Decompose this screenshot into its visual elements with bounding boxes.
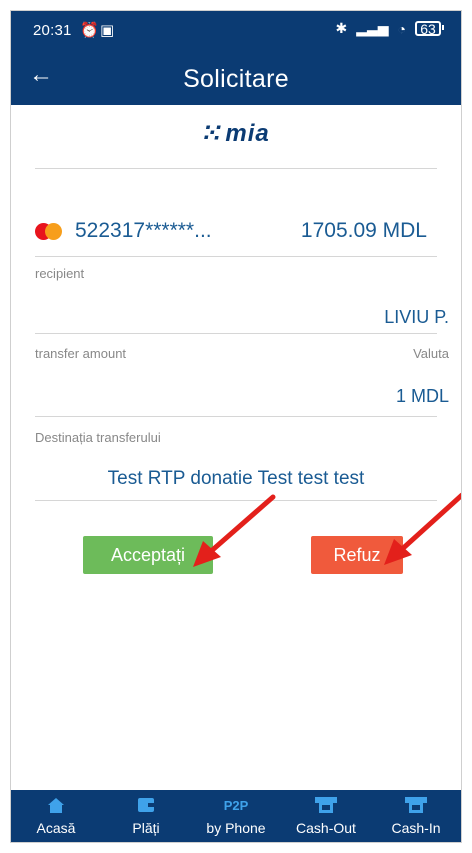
recipient-value: LIVIU P. [384, 307, 449, 327]
nav-item-cash-out[interactable]: Cash-Out [281, 790, 371, 842]
nav-label: Cash-In [391, 820, 441, 836]
logo-text: mia [225, 120, 270, 147]
atm-out-icon [315, 796, 337, 814]
status-icons: ✱ ▂▃▅ ◔ 63 [335, 20, 444, 37]
p2p-icon: P2P [223, 797, 249, 813]
bluetooth-icon: ✱ [335, 20, 348, 36]
wifi-icon: ◔ [397, 20, 406, 37]
divider [35, 333, 437, 334]
nav-item-cash-in[interactable]: Cash-In [371, 790, 461, 842]
divider [35, 416, 437, 417]
card-selector[interactable]: 522317******... 1705.09 MDL [35, 209, 437, 249]
atm-in-icon [405, 796, 427, 814]
nav-item-payments[interactable]: Plăți [101, 790, 191, 842]
alarm-icon: ⏰ [80, 22, 99, 39]
status-bar: 20:31 ⏰ ▣ ✱ ▂▃▅ ◔ 63 [11, 11, 461, 51]
nav-label: Cash-Out [296, 820, 356, 836]
app-bar: ← Solicitare [11, 51, 461, 105]
nav-label: Acasă [36, 820, 76, 836]
mastercard-icon-overlap [45, 223, 62, 240]
card-balance: 1705.09 MDL [300, 219, 427, 242]
wallet-icon [138, 796, 154, 814]
annotation-arrow-refuse [384, 492, 461, 565]
nfc-icon: ▣ [100, 22, 115, 39]
card-number: 522317******... [75, 219, 212, 242]
signal-icon: ▂▃▅ [356, 20, 389, 36]
currency-label: Valuta [413, 346, 449, 361]
amount-value: 1 MDL [395, 386, 449, 406]
annotation-arrow-accept [193, 494, 276, 567]
bottom-nav: Acasă Plăți P2P by Phone Cash-Out Cash-I… [11, 790, 461, 842]
battery-icon: 63 [415, 20, 444, 37]
purpose-label: Destinația transferului [35, 430, 161, 445]
nav-label: Plăți [132, 820, 160, 836]
divider [35, 256, 437, 257]
nav-label: by Phone [206, 820, 266, 836]
recipient-label: recipient [35, 266, 85, 281]
status-time: 20:31 [33, 22, 72, 39]
page-title: Solicitare [183, 65, 289, 93]
nav-item-p2p[interactable]: P2P by Phone [191, 790, 281, 842]
home-icon [48, 796, 64, 814]
purpose-value: Test RTP donatie Test test test [107, 468, 365, 489]
amount-label: transfer amount [35, 346, 127, 361]
nav-item-home[interactable]: Acasă [11, 790, 101, 842]
divider [35, 168, 437, 169]
phone-screen: 20:31 ⏰ ▣ ✱ ▂▃▅ ◔ 63 ← Solicitare ⁙mia 5… [10, 10, 462, 843]
mia-logo: ⁙mia [11, 119, 461, 148]
battery-level: 63 [420, 20, 436, 37]
logo-mark-icon: ⁙ [202, 120, 224, 147]
